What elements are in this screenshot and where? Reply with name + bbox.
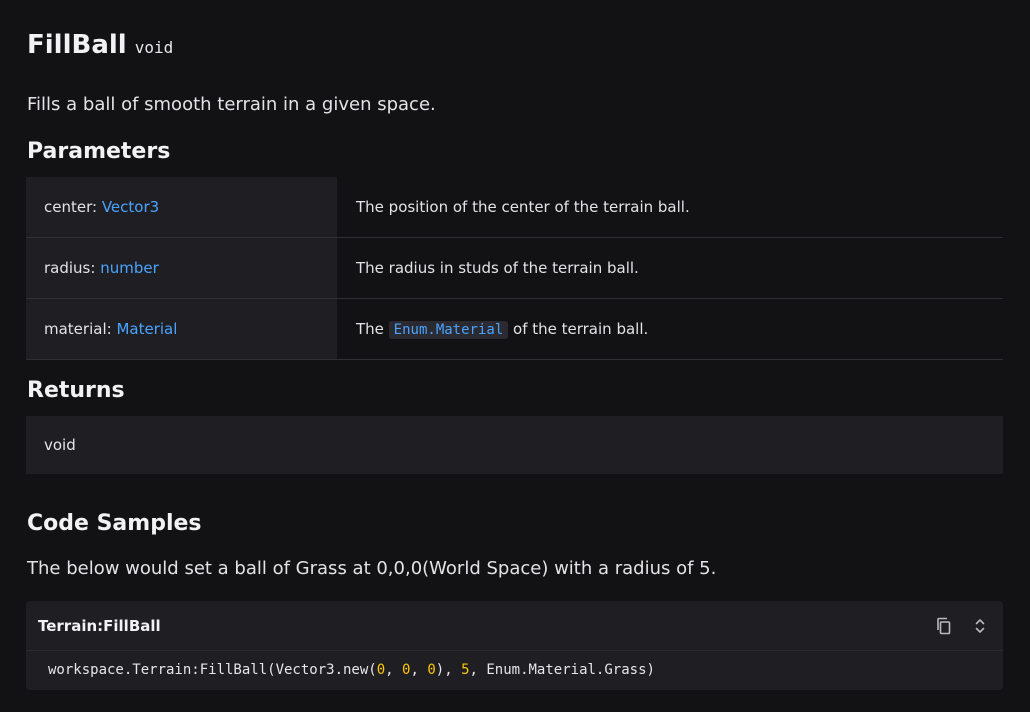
- parameters-heading: Parameters: [27, 139, 171, 164]
- code-number: 0: [427, 662, 436, 678]
- method-description: Fills a ball of smooth terrain in a give…: [27, 94, 436, 115]
- method-return-type: void: [134, 38, 174, 57]
- returns-heading: Returns: [27, 378, 125, 403]
- method-name: FillBall: [27, 30, 127, 60]
- code-number: 0: [376, 662, 386, 678]
- code-sample-code: workspace.Terrain:FillBall(Vector3.new(0…: [26, 651, 1003, 689]
- parameter-description-text: of the terrain ball.: [508, 320, 649, 338]
- parameter-row: material: Material The Enum.Material of …: [26, 298, 1003, 360]
- code-sample-title: Terrain:FillBall: [38, 616, 161, 635]
- parameter-name-cell: radius: number: [26, 237, 337, 299]
- parameter-type-link[interactable]: Vector3: [102, 198, 159, 216]
- parameter-description: The radius in studs of the terrain ball.: [337, 237, 1003, 299]
- code-sample-header: Terrain:FillBall: [26, 601, 1003, 651]
- code-token: workspace.Terrain:FillBall(Vector3.new(: [48, 662, 377, 678]
- parameter-name-cell: center: Vector3: [26, 177, 337, 238]
- code-token: ,: [410, 662, 428, 678]
- parameter-row: center: Vector3 The position of the cent…: [26, 177, 1003, 238]
- parameter-type-link[interactable]: number: [100, 259, 159, 277]
- copy-icon[interactable]: [933, 615, 955, 637]
- code-token: , Enum.Material.Grass): [469, 662, 655, 678]
- parameter-name: center:: [44, 198, 102, 216]
- parameter-description: The position of the center of the terrai…: [337, 177, 1003, 238]
- method-title: FillBall void: [27, 30, 173, 60]
- parameter-description-text: The: [356, 320, 389, 338]
- parameter-type-link[interactable]: Material: [116, 320, 177, 338]
- code-token: ,: [385, 662, 403, 678]
- code-token: ),: [435, 662, 462, 678]
- expand-collapse-icon[interactable]: [969, 615, 991, 637]
- parameter-name: material:: [44, 320, 117, 338]
- parameter-row: radius: number The radius in studs of th…: [26, 237, 1003, 299]
- code-sample-actions: [933, 615, 991, 637]
- code-sample-description: The below would set a ball of Grass at 0…: [27, 558, 717, 579]
- parameter-name: radius:: [44, 259, 101, 277]
- code-sample-block: Terrain:FillBall workspace.Terrain:FillB…: [26, 601, 1003, 690]
- returns-value: void: [26, 416, 1003, 474]
- parameter-name-cell: material: Material: [26, 298, 337, 360]
- parameter-description: The Enum.Material of the terrain ball.: [337, 298, 1003, 360]
- parameters-table: center: Vector3 The position of the cent…: [26, 177, 1003, 360]
- code-samples-heading: Code Samples: [27, 511, 202, 536]
- code-number: 5: [461, 662, 470, 678]
- enum-material-link[interactable]: Enum.Material: [388, 321, 509, 339]
